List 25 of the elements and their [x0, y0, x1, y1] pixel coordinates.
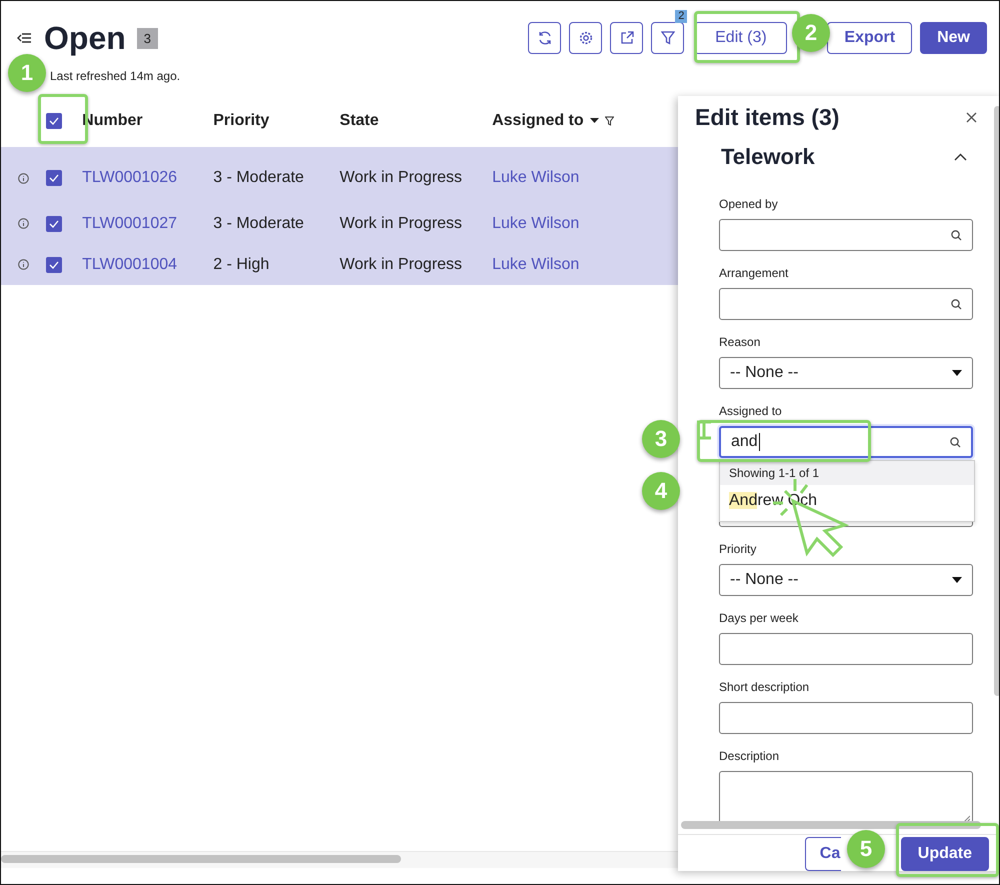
field-label: Days per week [719, 611, 798, 625]
field-label: Short description [719, 680, 810, 694]
table-cell: 3 - Moderate [213, 169, 304, 187]
table-cell: Work in Progress [340, 169, 462, 187]
field-label: Arrangement [719, 266, 788, 280]
field-label: Reason [719, 335, 760, 349]
table-cell: Work in Progress [340, 256, 462, 274]
step-number-badge: 3 [642, 420, 680, 458]
filter-count-badge: 2 [675, 10, 688, 23]
count-badge: 3 [136, 28, 158, 48]
refresh-status: Last refreshed 14m ago. [50, 69, 180, 83]
step-number-badge: 2 [792, 14, 830, 52]
field-label: Description [719, 749, 780, 763]
page-title: Open [44, 20, 126, 56]
table-cell: Work in Progress [340, 214, 462, 232]
panel-title: Edit items (3) [695, 104, 840, 130]
field-label: Opened by [719, 197, 778, 211]
section-title: Telework [721, 144, 815, 170]
table-cell: 2 - High [213, 256, 270, 274]
field-label: Priority [719, 542, 756, 556]
field-label: Assigned to [719, 404, 782, 418]
table-cell: 3 - Moderate [213, 214, 304, 232]
step-number-badge: 4 [642, 472, 680, 510]
results-count: Showing 1-1 of 1 [720, 461, 974, 485]
step-number-badge: 1 [8, 54, 46, 92]
